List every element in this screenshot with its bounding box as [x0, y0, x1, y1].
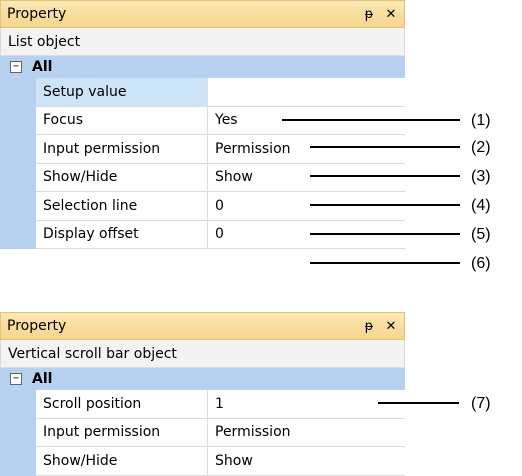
panel-title: Property	[7, 318, 67, 334]
property-name[interactable]: Input permission	[36, 135, 208, 164]
property-name[interactable]: Focus	[36, 106, 208, 135]
property-rows: Scroll position 1 Input permission Permi…	[0, 390, 405, 476]
property-row[interactable]: Input permission Permission	[0, 135, 405, 164]
property-name[interactable]: Selection line	[36, 192, 208, 221]
callout-label: (7)	[471, 395, 491, 412]
property-value[interactable]: 1	[208, 390, 405, 419]
category-label: All	[32, 59, 53, 75]
property-panel-scrollbar: Property ᵽ ✕ Vertical scroll bar object …	[0, 312, 405, 476]
object-name: List object	[0, 28, 405, 56]
property-row[interactable]: Display offset 0	[0, 220, 405, 249]
panel-title: Property	[7, 6, 67, 22]
property-value[interactable]: Permission	[208, 418, 405, 447]
row-gutter	[0, 447, 36, 476]
callout-label: (3)	[471, 168, 491, 185]
category-header[interactable]: − All	[0, 368, 405, 390]
callout-line	[310, 262, 460, 264]
row-gutter	[0, 78, 36, 107]
row-gutter	[0, 220, 36, 249]
property-row[interactable]: Show/Hide Show	[0, 447, 405, 476]
property-value[interactable]: 0	[208, 192, 405, 221]
property-name[interactable]: Input permission	[36, 418, 208, 447]
property-value[interactable]: Yes	[208, 106, 405, 135]
category-label: All	[32, 371, 53, 387]
callout-line	[310, 146, 460, 148]
object-name: Vertical scroll bar object	[0, 340, 405, 368]
property-rows: Setup value Focus Yes Input permission P…	[0, 78, 405, 249]
property-value[interactable]: Show	[208, 447, 405, 476]
property-row[interactable]: Input permission Permission	[0, 418, 405, 447]
callout-label: (2)	[471, 139, 491, 156]
property-name[interactable]: Scroll position	[36, 390, 208, 419]
property-row[interactable]: Focus Yes	[0, 106, 405, 135]
row-gutter	[0, 390, 36, 419]
row-gutter	[0, 106, 36, 135]
row-gutter	[0, 418, 36, 447]
collapse-icon[interactable]: −	[10, 61, 22, 73]
property-row[interactable]: Setup value	[0, 78, 405, 107]
close-icon[interactable]: ✕	[382, 7, 400, 22]
collapse-icon[interactable]: −	[10, 373, 22, 385]
property-value[interactable]: Show	[208, 163, 405, 192]
property-name[interactable]: Display offset	[36, 220, 208, 249]
row-gutter	[0, 135, 36, 164]
row-gutter	[0, 163, 36, 192]
panel-titlebar: Property ᵽ ✕	[0, 312, 405, 340]
callout-label: (4)	[471, 197, 491, 214]
callout-line	[310, 233, 460, 235]
callout-line	[310, 204, 460, 206]
pin-icon[interactable]: ᵽ	[360, 7, 378, 22]
property-row[interactable]: Selection line 0	[0, 192, 405, 221]
callout-label: (1)	[471, 112, 491, 129]
category-header[interactable]: − All	[0, 56, 405, 78]
close-icon[interactable]: ✕	[382, 319, 400, 334]
callout-label: (6)	[471, 255, 491, 272]
property-value[interactable]: 0	[208, 220, 405, 249]
callout-line	[310, 175, 460, 177]
property-value[interactable]: Permission	[208, 135, 405, 164]
pin-icon[interactable]: ᵽ	[360, 319, 378, 334]
row-gutter	[0, 192, 36, 221]
property-name[interactable]: Setup value	[36, 78, 208, 107]
panel-titlebar: Property ᵽ ✕	[0, 0, 405, 28]
callout-line	[378, 402, 459, 404]
property-name[interactable]: Show/Hide	[36, 163, 208, 192]
property-row[interactable]: Scroll position 1	[0, 390, 405, 419]
property-panel-list: Property ᵽ ✕ List object − All Setup val…	[0, 0, 405, 249]
property-name[interactable]: Show/Hide	[36, 447, 208, 476]
callout-label: (5)	[471, 226, 491, 243]
property-value[interactable]	[208, 78, 405, 107]
property-row[interactable]: Show/Hide Show	[0, 163, 405, 192]
callout-line	[282, 119, 460, 121]
